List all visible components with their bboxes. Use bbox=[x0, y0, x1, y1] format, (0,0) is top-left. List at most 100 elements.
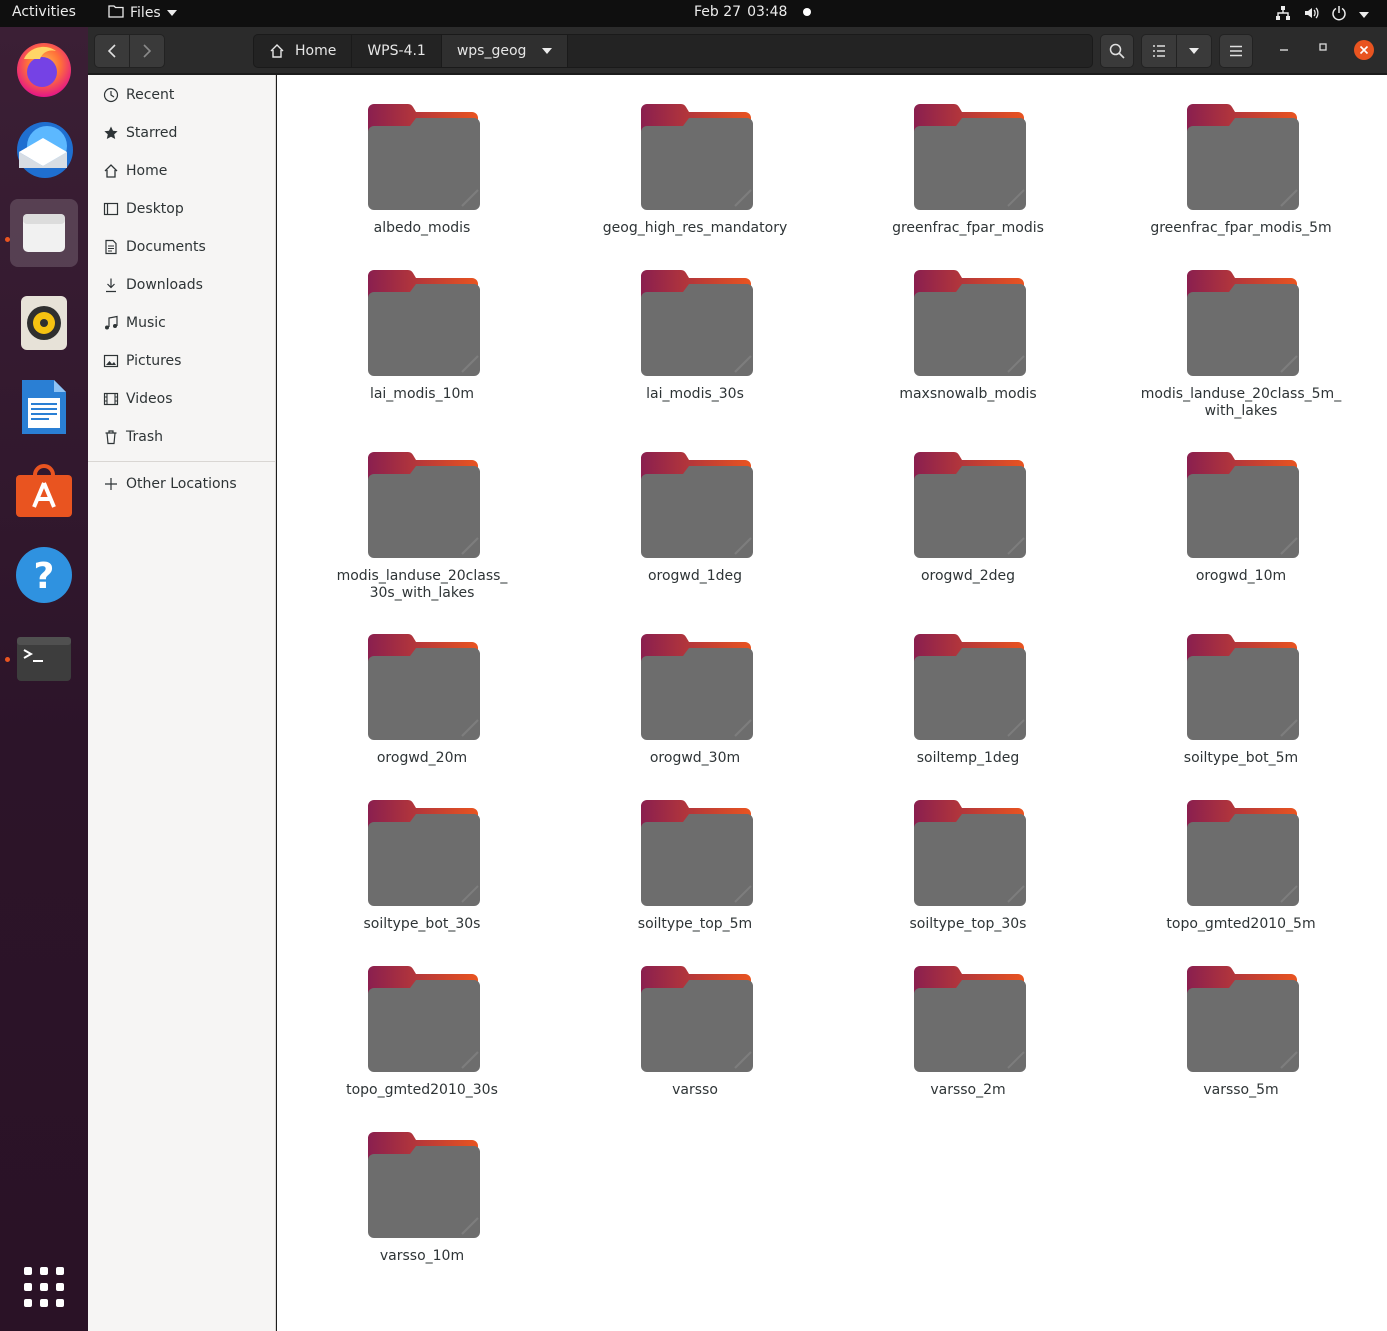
home-icon bbox=[270, 44, 284, 58]
activities-button[interactable]: Activities bbox=[12, 4, 76, 20]
header-bar: Home WPS-4.1 wps_geog bbox=[88, 27, 1387, 74]
folder-item[interactable]: topo_gmted2010_5m bbox=[1121, 798, 1361, 968]
folder-item[interactable]: albedo_modis bbox=[302, 102, 542, 272]
folder-icon bbox=[366, 268, 482, 378]
sidebar-item-videos[interactable]: Videos bbox=[88, 381, 276, 417]
show-applications-icon[interactable] bbox=[10, 1253, 78, 1321]
folder-item[interactable]: varsso_5m bbox=[1121, 964, 1361, 1134]
breadcrumb-home[interactable]: Home bbox=[254, 35, 353, 67]
folder-item[interactable]: orogwd_30m bbox=[575, 632, 815, 802]
breadcrumb-label: Home bbox=[295, 43, 337, 59]
main-menu-button[interactable] bbox=[1219, 34, 1253, 68]
folder-item[interactable]: orogwd_1deg bbox=[575, 450, 815, 620]
libreoffice-writer-icon[interactable] bbox=[10, 373, 78, 441]
folder-icon bbox=[639, 798, 755, 908]
hamburger-icon bbox=[1230, 45, 1242, 57]
sidebar-item-recent[interactable]: Recent bbox=[88, 77, 276, 113]
folder-item[interactable]: soiltype_bot_30s bbox=[302, 798, 542, 968]
sidebar-divider bbox=[88, 461, 276, 462]
folder-item[interactable]: orogwd_10m bbox=[1121, 450, 1361, 620]
folder-icon bbox=[1185, 798, 1301, 908]
folder-item[interactable]: maxsnowalb_modis bbox=[848, 268, 1088, 438]
sidebar-item-label: Pictures bbox=[126, 353, 182, 369]
folder-item[interactable]: modis_landuse_20class_5m_ with_lakes bbox=[1121, 268, 1361, 438]
folder-item[interactable]: varsso bbox=[575, 964, 815, 1134]
search-button[interactable] bbox=[1100, 34, 1134, 68]
folder-item[interactable]: greenfrac_fpar_modis_5m bbox=[1121, 102, 1361, 272]
folder-item[interactable]: varsso_10m bbox=[302, 1130, 542, 1300]
folder-icon bbox=[366, 102, 482, 212]
close-button[interactable] bbox=[1353, 39, 1375, 65]
folder-item[interactable]: soiltype_top_30s bbox=[848, 798, 1088, 968]
svg-text:?: ? bbox=[34, 556, 55, 597]
help-icon[interactable]: ? bbox=[10, 541, 78, 609]
folder-item[interactable]: topo_gmted2010_30s bbox=[302, 964, 542, 1134]
sidebar-item-music[interactable]: Music bbox=[88, 305, 276, 341]
sidebar-item-desktop[interactable]: Desktop bbox=[88, 191, 276, 227]
folder-label: varsso_10m bbox=[379, 1248, 465, 1264]
folder-item[interactable]: lai_modis_30s bbox=[575, 268, 815, 438]
terminal-icon[interactable] bbox=[10, 625, 78, 693]
notification-dot-icon bbox=[803, 8, 812, 16]
folder-label: lai_modis_30s bbox=[646, 386, 744, 402]
minimize-button[interactable] bbox=[1278, 41, 1290, 57]
folder-item[interactable]: varsso_2m bbox=[848, 964, 1088, 1134]
sidebar-item-home[interactable]: Home bbox=[88, 153, 276, 189]
video-icon bbox=[102, 390, 120, 408]
running-indicator bbox=[5, 657, 10, 662]
folder-icon bbox=[639, 964, 755, 1074]
folder-icon bbox=[108, 4, 124, 22]
folder-label: geog_high_res_mandatory bbox=[602, 220, 788, 236]
forward-button[interactable] bbox=[129, 34, 165, 68]
folder-item[interactable]: orogwd_20m bbox=[302, 632, 542, 802]
folder-label: greenfrac_fpar_modis bbox=[892, 220, 1044, 236]
sidebar-item-starred[interactable]: Starred bbox=[88, 115, 276, 151]
folder-label: varsso_2m bbox=[930, 1082, 1006, 1098]
sidebar-item-downloads[interactable]: Downloads bbox=[88, 267, 276, 303]
folder-item[interactable]: greenfrac_fpar_modis bbox=[848, 102, 1088, 272]
minimize-icon bbox=[1280, 49, 1288, 51]
folder-label: topo_gmted2010_5m bbox=[1166, 916, 1316, 932]
rhythmbox-icon[interactable] bbox=[10, 289, 78, 357]
chevron-right-icon bbox=[143, 44, 152, 58]
folder-icon bbox=[639, 450, 755, 560]
maximize-button[interactable] bbox=[1317, 41, 1329, 57]
ubuntu-software-icon[interactable] bbox=[10, 457, 78, 525]
chevron-left-icon bbox=[107, 44, 116, 58]
folder-icon bbox=[1185, 632, 1301, 742]
desktop-icon bbox=[102, 200, 120, 218]
back-button[interactable] bbox=[94, 34, 130, 68]
system-tray[interactable] bbox=[1275, 5, 1369, 25]
sidebar-item-label: Music bbox=[126, 315, 166, 331]
sidebar-item-label: Recent bbox=[126, 87, 175, 103]
sidebar-item-label: Trash bbox=[126, 429, 163, 445]
folder-item[interactable]: orogwd_2deg bbox=[848, 450, 1088, 620]
sidebar-item-pictures[interactable]: Pictures bbox=[88, 343, 276, 379]
breadcrumb-wps[interactable]: WPS-4.1 bbox=[352, 35, 442, 67]
folder-label: varsso_5m bbox=[1203, 1082, 1279, 1098]
chevron-down-icon bbox=[1189, 48, 1199, 54]
folder-item[interactable]: soiltemp_1deg bbox=[848, 632, 1088, 802]
sidebar-item-other-locations[interactable]: Other Locations bbox=[88, 466, 276, 502]
firefox-icon[interactable] bbox=[10, 35, 78, 103]
sidebar-item-documents[interactable]: Documents bbox=[88, 229, 276, 265]
folder-item[interactable]: modis_landuse_20class_ 30s_with_lakes bbox=[302, 450, 542, 620]
folder-item[interactable]: soiltype_top_5m bbox=[575, 798, 815, 968]
top-bar: Activities Files Feb 27 03:48 bbox=[0, 0, 1387, 27]
thunderbird-icon[interactable] bbox=[10, 117, 78, 185]
view-mode-button[interactable] bbox=[1141, 34, 1177, 68]
clock[interactable]: Feb 27 03:48 bbox=[694, 4, 812, 20]
folder-item[interactable]: soiltype_bot_5m bbox=[1121, 632, 1361, 802]
folder-item[interactable]: lai_modis_10m bbox=[302, 268, 542, 438]
sidebar-item-trash[interactable]: Trash bbox=[88, 419, 276, 455]
app-menu[interactable]: Files bbox=[108, 4, 177, 22]
breadcrumb-wps-geog[interactable]: wps_geog bbox=[441, 35, 569, 67]
chevron-down-icon bbox=[1359, 12, 1369, 18]
files-icon[interactable] bbox=[10, 199, 78, 267]
folder-label: orogwd_20m bbox=[376, 750, 468, 766]
folder-label: albedo_modis bbox=[373, 220, 471, 236]
sidebar-item-label: Desktop bbox=[126, 201, 184, 217]
folder-item[interactable]: geog_high_res_mandatory bbox=[575, 102, 815, 272]
view-options-button[interactable] bbox=[1176, 34, 1212, 68]
folder-label: orogwd_1deg bbox=[647, 568, 743, 584]
